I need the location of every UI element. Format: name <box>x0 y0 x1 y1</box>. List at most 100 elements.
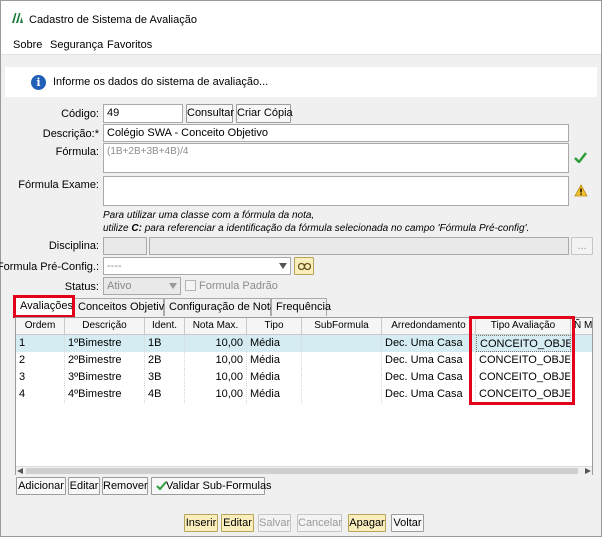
salvar-button[interactable]: Salvar <box>258 514 291 532</box>
menu-sobre[interactable]: Sobre <box>13 39 42 51</box>
cell-descricao: 4ºBimestre <box>65 386 145 403</box>
info-icon: i <box>31 75 46 90</box>
cell-nota-max: 10,00 <box>185 352 247 369</box>
cell-subformula <box>302 352 382 369</box>
table-horizontal-scrollbar[interactable] <box>16 466 592 475</box>
formula-field[interactable]: (1B+2B+3B+4B)/4 <box>103 143 569 173</box>
col-descricao[interactable]: Descrição <box>65 318 145 335</box>
cell-ident: 3B <box>145 369 185 386</box>
validar-sub-formulas-button[interactable]: Validar Sub-Formulas <box>151 477 272 495</box>
chevron-down-icon <box>279 263 287 269</box>
disciplina-search-button[interactable]: ... <box>571 237 593 255</box>
main-window: Cadastro de Sistema de Avaliação Sobre S… <box>0 0 602 537</box>
cell-nota-max: 10,00 <box>185 369 247 386</box>
inserir-button[interactable]: Inserir <box>184 514 218 532</box>
formula-padrao-checkbox[interactable] <box>185 280 196 291</box>
chevron-down-icon <box>169 283 177 289</box>
info-banner: i Informe os dados do sistema de avaliaç… <box>5 67 597 97</box>
warning-icon <box>574 184 588 197</box>
col-tipo[interactable]: Tipo <box>247 318 302 335</box>
cell-ordem: 1 <box>16 335 65 352</box>
menu-favoritos[interactable]: Favoritos <box>107 39 152 51</box>
formula-preconfig-label: Formula Pré-Config.: <box>0 261 99 273</box>
formula-exame-label: Fórmula Exame: <box>18 179 99 191</box>
cell-ordem: 4 <box>16 386 65 403</box>
cell-ordem: 2 <box>16 352 65 369</box>
criar-copia-button[interactable]: Criar Cópia <box>236 104 293 123</box>
formula-preconfig-view-button[interactable] <box>294 257 314 275</box>
hint-line-2: utilize C: para referenciar a identifica… <box>103 223 530 234</box>
table-row[interactable]: 4 4ºBimestre 4B 10,00 Média Dec. Uma Cas… <box>16 386 592 403</box>
editar-row-button[interactable]: Editar <box>68 477 100 495</box>
adicionar-button[interactable]: Adicionar <box>16 477 66 495</box>
table-header: Ordem Descrição Ident. Nota Max. Tipo Su… <box>16 318 592 335</box>
cell-subformula <box>302 369 382 386</box>
cell-n-mo <box>571 335 592 352</box>
status-select[interactable]: Ativo <box>103 277 181 295</box>
formula-preconfig-select[interactable]: ---- <box>103 257 291 275</box>
apagar-button[interactable]: Apagar <box>348 514 386 532</box>
cell-subformula <box>302 335 382 352</box>
cell-tipo-avaliacao: CONCEITO_OBJETIVO <box>476 386 571 403</box>
hint-line-1: Para utilizar uma classe com a fórmula d… <box>103 210 315 221</box>
cell-descricao: 2ºBimestre <box>65 352 145 369</box>
disciplina-code-field[interactable] <box>103 237 147 255</box>
table-row[interactable]: 1 1ºBimestre 1B 10,00 Média Dec. Uma Cas… <box>16 335 592 352</box>
formula-label: Fórmula: <box>55 146 99 158</box>
avaliacoes-table: Ordem Descrição Ident. Nota Max. Tipo Su… <box>15 317 593 475</box>
cell-nota-max: 10,00 <box>185 335 247 352</box>
cell-ident: 1B <box>145 335 185 352</box>
cell-tipo-avaliacao: CONCEITO_OBJETIVO <box>476 352 571 369</box>
codigo-label: Código: <box>61 108 99 120</box>
tab-frequencia[interactable]: Frequência <box>271 298 331 316</box>
window-title: Cadastro de Sistema de Avaliação <box>29 14 197 26</box>
formula-padrao-label: Formula Padrão <box>199 280 278 292</box>
remover-button[interactable]: Remover <box>102 477 148 495</box>
cell-nota-max: 10,00 <box>185 386 247 403</box>
cell-descricao: 3ºBimestre <box>65 369 145 386</box>
descricao-field[interactable]: Colégio SWA - Conceito Objetivo <box>103 124 569 142</box>
cell-descricao: 1ºBimestre <box>65 335 145 352</box>
col-tipo-avaliacao[interactable]: Tipo Avaliação <box>476 318 571 335</box>
scroll-right-icon[interactable] <box>585 468 591 474</box>
cancelar-button[interactable]: Cancelar <box>297 514 342 532</box>
col-subformula[interactable]: SubFormula <box>302 318 382 335</box>
cell-tipo-avaliacao: CONCEITO_OBJETIVO <box>476 369 571 386</box>
codigo-field[interactable]: 49 <box>103 104 183 123</box>
cell-tipo: Média <box>247 386 302 403</box>
tab-configuracao-notas[interactable]: Configuração de Notas <box>164 298 282 316</box>
cell-arredondamento: Dec. Uma Casa <box>382 369 476 386</box>
cell-tipo: Média <box>247 335 302 352</box>
voltar-button[interactable]: Voltar <box>391 514 424 532</box>
binoculars-icon <box>298 262 311 271</box>
table-row[interactable]: 3 3ºBimestre 3B 10,00 Média Dec. Uma Cas… <box>16 369 592 386</box>
menu-bar: Sobre Segurança Favoritos <box>1 35 601 55</box>
col-ordem[interactable]: Ordem <box>16 318 65 335</box>
col-arredondamento[interactable]: Arredondamento <box>382 318 476 335</box>
col-n-mo[interactable]: Ñ Mo <box>571 318 592 335</box>
col-nota-max[interactable]: Nota Max. <box>185 318 247 335</box>
consultar-button[interactable]: Consultar <box>186 104 234 123</box>
scroll-left-icon[interactable] <box>17 468 23 474</box>
col-ident[interactable]: Ident. <box>145 318 185 335</box>
editar-button[interactable]: Editar <box>221 514 254 532</box>
cell-ident: 2B <box>145 352 185 369</box>
tab-conceitos-objetivos[interactable]: Conceitos Objetivos <box>73 298 176 316</box>
cell-ordem: 3 <box>16 369 65 386</box>
info-text: Informe os dados do sistema de avaliação… <box>53 76 269 88</box>
scrollbar-thumb[interactable] <box>26 468 578 474</box>
descricao-label: Descrição:* <box>42 128 99 140</box>
cell-arredondamento: Dec. Uma Casa <box>382 386 476 403</box>
menu-seguranca[interactable]: Segurança <box>50 39 103 51</box>
table-row[interactable]: 2 2ºBimestre 2B 10,00 Média Dec. Uma Cas… <box>16 352 592 369</box>
cell-tipo: Média <box>247 369 302 386</box>
cell-arredondamento: Dec. Uma Casa <box>382 352 476 369</box>
cell-tipo: Média <box>247 352 302 369</box>
cell-ident: 4B <box>145 386 185 403</box>
tab-avaliacoes[interactable]: Avaliações <box>15 297 73 317</box>
formula-exame-field[interactable] <box>103 176 569 206</box>
form-content: i Informe os dados do sistema de avaliaç… <box>0 57 601 536</box>
disciplina-label: Disciplina: <box>48 240 99 252</box>
cell-subformula <box>302 386 382 403</box>
disciplina-name-field[interactable] <box>149 237 569 255</box>
